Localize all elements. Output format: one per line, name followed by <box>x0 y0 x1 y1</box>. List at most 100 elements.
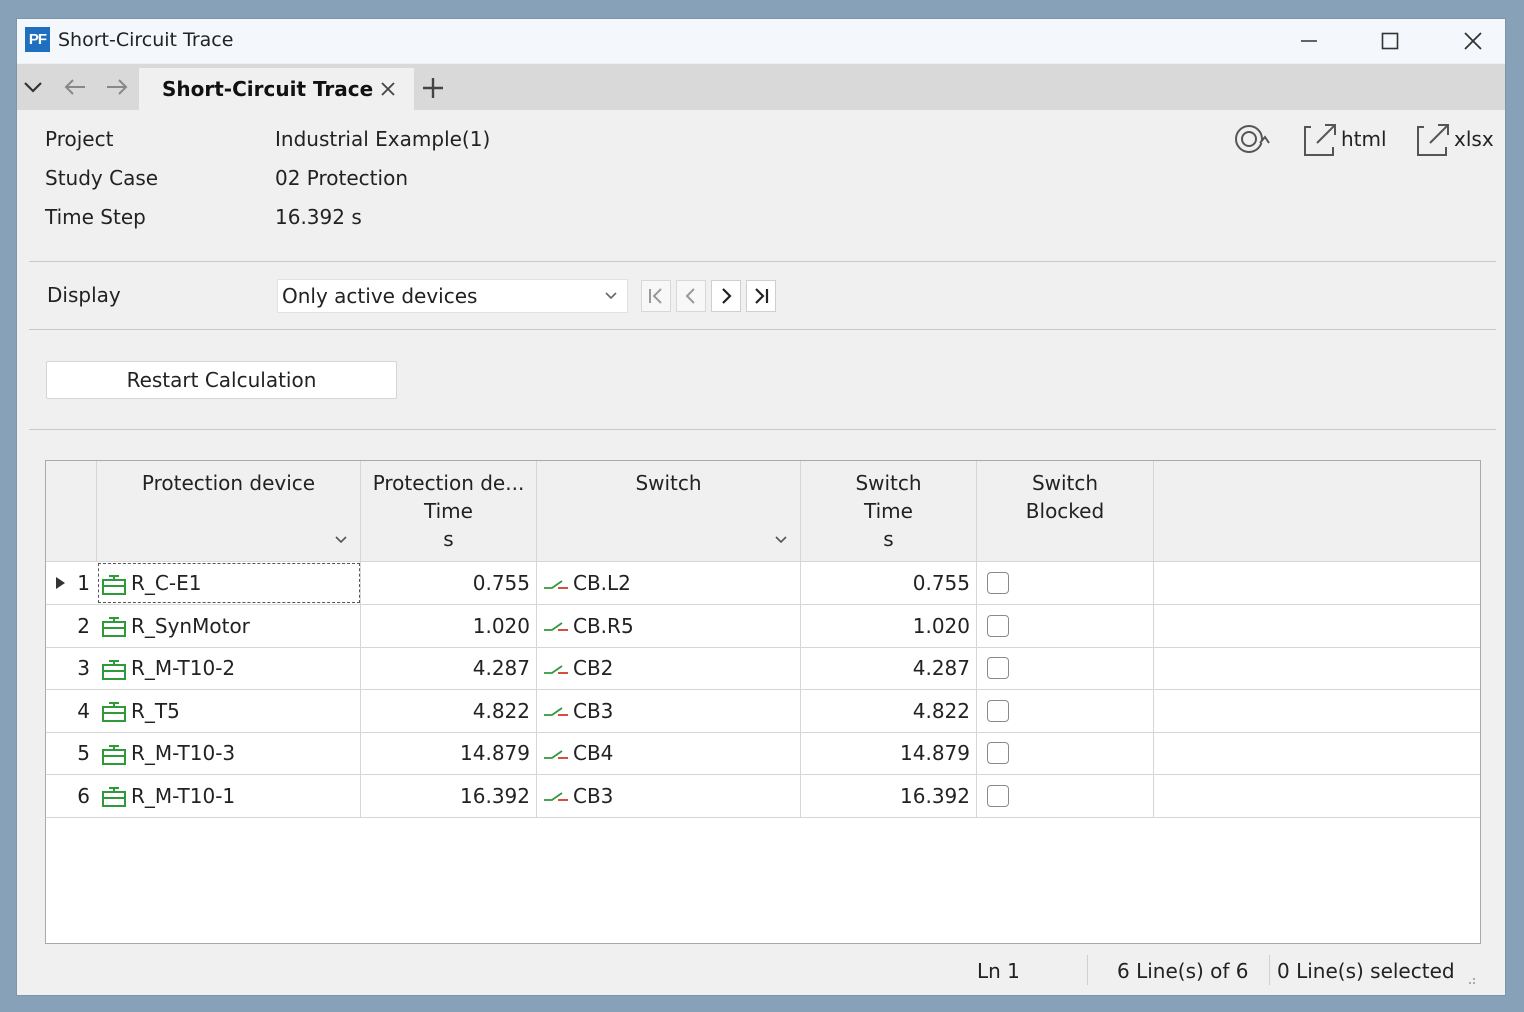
protection-device-time-cell[interactable]: 4.822 <box>361 689 537 732</box>
protection-device-cell[interactable]: R_C-E1 <box>97 562 361 604</box>
column-unit: s <box>443 527 454 551</box>
tab-bar: Short-Circuit Trace <box>17 64 1505 110</box>
protection-device-name: R_C-E1 <box>131 571 202 595</box>
row-number: 3 <box>77 656 90 680</box>
protection-device-cell[interactable]: R_SynMotor <box>97 604 361 647</box>
restart-calculation-button[interactable]: Restart Calculation <box>46 361 397 399</box>
column-header-protection-device[interactable]: Protection device <box>97 461 361 562</box>
table-row[interactable]: 2 R_SynMotor 1.020 CB.R5 1.020 <box>46 604 1480 648</box>
time-step-value: 16.392 s <box>275 205 362 229</box>
switch-blocked-checkbox[interactable] <box>987 614 1009 637</box>
protection-device-cell[interactable]: R_M-T10-3 <box>97 732 361 774</box>
protection-device-time-cell[interactable]: 1.020 <box>361 604 537 647</box>
table-row[interactable]: 3 R_M-T10-2 4.287 CB2 4.287 <box>46 647 1480 690</box>
export-html-label: html <box>1341 127 1387 151</box>
study-case-label: Study Case <box>45 166 159 190</box>
column-title: Switch <box>1031 471 1099 495</box>
row-number: 1 <box>77 571 90 595</box>
protection-device-time-cell[interactable]: 0.755 <box>361 562 537 604</box>
switch-time-cell[interactable]: 14.879 <box>801 732 977 774</box>
refresh-button[interactable] <box>1229 119 1273 159</box>
row-number: 4 <box>77 698 90 723</box>
protection-device-time-cell[interactable]: 14.879 <box>361 732 537 774</box>
tab-short-circuit-trace[interactable]: Short-Circuit Trace <box>139 68 414 110</box>
protection-device-icon <box>102 574 126 595</box>
column-header-switch[interactable]: Switch <box>537 461 801 562</box>
column-header-switch-blocked[interactable]: Switch Blocked <box>977 461 1154 562</box>
row-number: 6 <box>77 783 90 808</box>
refresh-icon <box>1235 125 1270 153</box>
maximize-button[interactable] <box>1370 25 1410 57</box>
display-label: Display <box>47 283 121 307</box>
skip-last-icon <box>755 288 769 304</box>
switch-blocked-checkbox[interactable] <box>987 572 1009 594</box>
protection-device-time-cell[interactable]: 16.392 <box>361 774 537 817</box>
switch-icon <box>544 664 568 674</box>
plus-icon <box>423 78 443 98</box>
divider <box>29 261 1496 262</box>
switch-cell[interactable]: CB3 <box>537 689 801 732</box>
previous-button[interactable] <box>676 280 706 312</box>
switch-blocked-cell <box>977 647 1154 689</box>
switch-blocked-checkbox[interactable] <box>987 784 1009 807</box>
switch-cell[interactable]: CB.R5 <box>537 604 801 647</box>
protection-device-cell[interactable]: R_T5 <box>97 689 361 732</box>
tab-list-dropdown[interactable] <box>19 74 47 100</box>
protection-device-name: R_M-T10-1 <box>131 783 236 808</box>
first-button[interactable] <box>641 280 671 312</box>
divider <box>29 429 1496 430</box>
switch-icon <box>544 579 568 589</box>
switch-time-cell[interactable]: 16.392 <box>801 774 977 817</box>
filter-dropdown-icon[interactable] <box>334 524 348 552</box>
switch-name: CB3 <box>573 783 614 808</box>
resize-grip-icon[interactable] <box>1463 971 1477 990</box>
tab-close-button[interactable] <box>379 80 397 98</box>
protection-device-time-cell[interactable]: 4.287 <box>361 647 537 689</box>
protection-device-cell[interactable]: R_M-T10-1 <box>97 774 361 817</box>
column-subtitle: Time <box>864 499 913 523</box>
column-unit: s <box>883 527 894 551</box>
column-header-switch-time[interactable]: Switch Time s <box>801 461 977 562</box>
export-html-button[interactable]: html <box>1301 119 1387 159</box>
column-header-protection-device-time[interactable]: Protection de... Time s <box>361 461 537 562</box>
study-case-value: 02 Protection <box>275 166 408 190</box>
switch-cell[interactable]: CB3 <box>537 774 801 817</box>
switch-name: CB.R5 <box>573 613 634 638</box>
table-row[interactable]: 6 R_M-T10-1 16.392 CB3 16.392 <box>46 774 1480 818</box>
switch-time-cell[interactable]: 4.822 <box>801 689 977 732</box>
last-button[interactable] <box>746 280 776 312</box>
next-button[interactable] <box>711 280 741 312</box>
protection-device-cell[interactable]: R_M-T10-2 <box>97 647 361 689</box>
table-header: Protection device Protection de... Time … <box>46 461 1480 562</box>
switch-cell[interactable]: CB.L2 <box>537 562 801 604</box>
switch-time-cell[interactable]: 0.755 <box>801 562 977 604</box>
switch-blocked-checkbox[interactable] <box>987 657 1009 679</box>
arrow-left-icon <box>64 79 85 95</box>
table-row[interactable]: 1 R_C-E1 0.755 CB.L2 0.755 <box>46 562 1480 605</box>
minimize-icon <box>1301 40 1317 42</box>
close-icon <box>1464 32 1482 50</box>
table-row[interactable]: 4 R_T5 4.822 CB3 4.822 <box>46 689 1480 733</box>
switch-name: CB4 <box>573 741 614 765</box>
switch-blocked-checkbox[interactable] <box>987 742 1009 764</box>
status-line-count: 6 Line(s) of 6 <box>1117 959 1249 983</box>
switch-cell[interactable]: CB2 <box>537 647 801 689</box>
switch-time-cell[interactable]: 4.287 <box>801 647 977 689</box>
export-xlsx-button[interactable]: xlsx <box>1414 119 1494 159</box>
row-number: 2 <box>77 613 90 638</box>
display-select[interactable]: Only active devices <box>277 279 628 313</box>
protection-device-icon <box>102 744 126 765</box>
new-tab-button[interactable] <box>421 76 445 100</box>
back-button[interactable] <box>61 74 89 100</box>
switch-blocked-checkbox[interactable] <box>987 699 1009 722</box>
display-select-value: Only active devices <box>282 284 478 308</box>
forward-button[interactable] <box>103 74 131 100</box>
close-window-button[interactable] <box>1453 25 1493 57</box>
switch-time-cell[interactable]: 1.020 <box>801 604 977 647</box>
switch-name: CB3 <box>573 698 614 723</box>
minimize-button[interactable] <box>1289 25 1329 57</box>
switch-blocked-cell <box>977 732 1154 774</box>
switch-cell[interactable]: CB4 <box>537 732 801 774</box>
table-row[interactable]: 5 R_M-T10-3 14.879 CB4 14.879 <box>46 732 1480 775</box>
filter-dropdown-icon[interactable] <box>774 524 788 552</box>
